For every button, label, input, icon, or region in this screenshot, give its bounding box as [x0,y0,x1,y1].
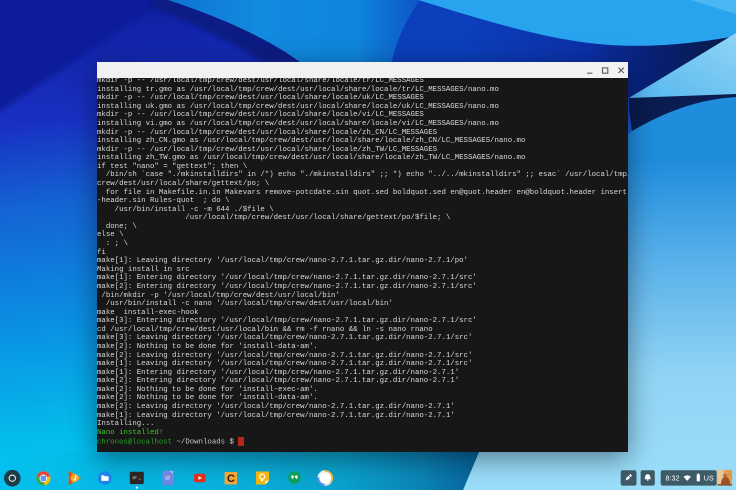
svg-text:US: US [704,474,714,483]
svg-text:8:32: 8:32 [666,474,680,483]
svg-text:C: C [227,473,235,485]
